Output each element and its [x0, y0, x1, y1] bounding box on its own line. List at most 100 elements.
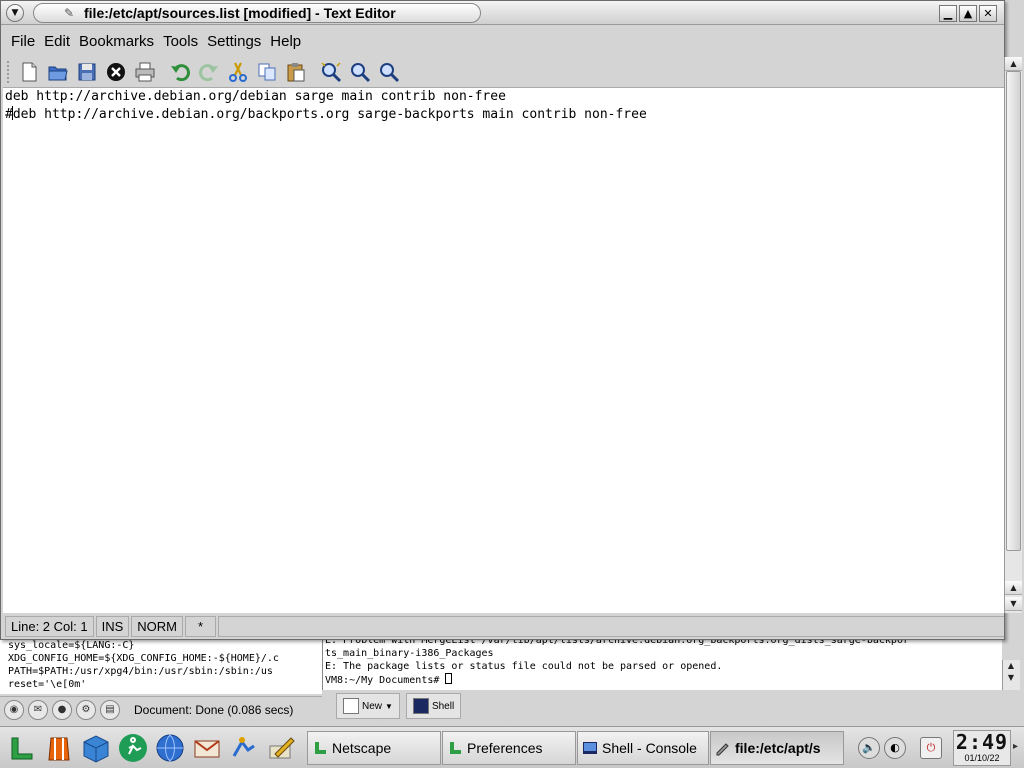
scrollbar-thumb[interactable] — [1006, 71, 1021, 551]
browser-status-bar: ◉ ✉ ● ⚙ ▤ Document: Done (0.086 secs) — [0, 696, 322, 722]
menu-bookmarks[interactable]: Bookmarks — [79, 33, 154, 50]
task-label: Preferences — [467, 740, 543, 756]
task-text-editor[interactable]: file:/etc/apt/s — [710, 731, 844, 765]
title-bar[interactable]: ▼ ✎ file:/etc/apt/sources.list [modified… — [1, 1, 1004, 25]
menu-edit[interactable]: Edit — [44, 33, 70, 50]
background-terminal-left: sys_locale=${LANG:-C} XDG_CONFIG_HOME=${… — [0, 638, 322, 694]
scroll-down-icon[interactable]: ▼ — [1003, 672, 1019, 684]
minimize-icon: ▁ — [943, 7, 953, 20]
maximize-icon: ▲ — [963, 7, 973, 20]
mail-icon[interactable]: ✉ — [28, 699, 48, 720]
menu-file[interactable]: File — [11, 33, 35, 50]
maximize-button[interactable]: ▲ — [959, 5, 977, 22]
taskbar-more-icon[interactable]: ▸ — [1013, 741, 1021, 755]
menu-tools[interactable]: Tools — [163, 33, 198, 50]
find-next-icon[interactable] — [348, 60, 372, 84]
find-icon[interactable] — [319, 60, 343, 84]
scroll-up-icon[interactable]: ▲ — [1005, 57, 1022, 71]
window-title-pill[interactable]: ✎ file:/etc/apt/sources.list [modified] … — [33, 3, 481, 23]
task-label: Shell - Console — [602, 740, 697, 756]
task-preferences[interactable]: Preferences — [442, 731, 576, 765]
task-label: file:/etc/apt/s — [735, 740, 821, 756]
terminal-line: E: The package lists or status file coul… — [325, 661, 723, 672]
chevron-down-icon: ▼ — [11, 8, 19, 18]
clock[interactable]: 2:49 01/10/22 — [953, 730, 1011, 766]
start-menu-icon[interactable] — [4, 730, 40, 766]
print-icon[interactable] — [133, 60, 157, 84]
shell-tab-label: Shell — [431, 700, 455, 712]
editor-scrollbar[interactable]: ▲ ▲ ▼ — [1004, 57, 1022, 613]
mail-icon[interactable] — [189, 730, 225, 766]
text-editor-icon[interactable] — [263, 730, 299, 766]
status-message — [218, 615, 1004, 637]
terminal-line: sys_locale=${LANG:-C} — [8, 640, 135, 651]
selection-mode[interactable]: NORM — [131, 615, 183, 637]
modified-indicator: * — [185, 615, 217, 637]
editor-line-2[interactable]: #deb http://archive.debian.org/backports… — [3, 106, 1004, 124]
package-box-icon[interactable] — [78, 730, 114, 766]
task-label: Netscape — [332, 740, 392, 756]
browser-status-text: Document: Done (0.086 secs) — [134, 702, 294, 717]
editor-line-1[interactable]: deb http://archive.debian.org/debian sar… — [3, 88, 1004, 106]
new-session-label: New — [362, 700, 383, 712]
new-document-icon[interactable] — [17, 60, 41, 84]
terminal-scrollbar[interactable]: ▲ ▼ — [1002, 660, 1020, 690]
cut-icon[interactable] — [226, 60, 250, 84]
navigator-icon[interactable]: ◉ — [4, 699, 24, 720]
new-session-button[interactable]: New ▼ — [336, 693, 400, 719]
menu-bar: File Edit Bookmarks Tools Settings Help — [1, 28, 1004, 54]
power-icon[interactable]: ⏻ — [920, 737, 942, 759]
desktop-runner-icon[interactable] — [226, 730, 262, 766]
running-man-icon[interactable] — [115, 730, 151, 766]
text-editor-area[interactable]: deb http://archive.debian.org/debian sar… — [3, 87, 1004, 613]
scroll-down-icon[interactable]: ▼ — [1005, 597, 1022, 611]
undo-icon[interactable] — [168, 60, 192, 84]
shell-tab[interactable]: Shell — [405, 693, 462, 719]
taskbar: Netscape Preferences Shell - Console fil… — [0, 726, 1024, 768]
task-shell-console[interactable]: Shell - Console — [577, 731, 709, 765]
paste-icon[interactable] — [284, 60, 308, 84]
globe-icon[interactable]: ● — [52, 699, 72, 720]
life-vest-icon[interactable] — [41, 730, 77, 766]
toolbar-handle[interactable] — [7, 61, 11, 83]
menu-settings[interactable]: Settings — [207, 33, 261, 50]
main-toolbar — [1, 57, 1004, 87]
find-previous-icon[interactable] — [377, 60, 401, 84]
volume-icon[interactable]: 🔈 — [858, 737, 880, 759]
cursor-position: Line: 2 Col: 1 — [5, 615, 94, 637]
task-netscape[interactable]: Netscape — [307, 731, 441, 765]
terminal-icon — [583, 742, 597, 754]
netscape-icon — [315, 742, 326, 754]
pencil-icon — [716, 743, 729, 756]
clock-date: 01/10/22 — [964, 753, 1000, 763]
copy-icon[interactable] — [255, 60, 279, 84]
monitor-icon[interactable]: ◐ — [884, 737, 906, 759]
globe-icon[interactable] — [152, 730, 188, 766]
close-document-icon[interactable] — [104, 60, 128, 84]
scroll-up-icon[interactable]: ▲ — [1003, 660, 1019, 672]
system-tray: 🔈 ◐ — [858, 731, 906, 765]
editor-line-2-text: deb http://archive.debian.org/backports.… — [12, 107, 647, 122]
redo-icon[interactable] — [197, 60, 221, 84]
background-terminal-right[interactable]: E: Problem with MergeList /var/lib/apt/l… — [322, 634, 1002, 690]
scroll-up-icon[interactable]: ▲ — [1005, 581, 1022, 595]
insert-mode[interactable]: INS — [95, 615, 130, 637]
close-button[interactable]: ✕ — [979, 5, 997, 22]
menu-help[interactable]: Help — [270, 33, 301, 50]
composer-icon[interactable]: ▤ — [100, 699, 120, 720]
text-editor-window: ▼ ✎ file:/etc/apt/sources.list [modified… — [0, 0, 1022, 640]
terminal-line: reset='\e[0m' — [8, 679, 87, 690]
terminal-line: XDG_CONFIG_HOME=${XDG_CONFIG_HOME:-${HOM… — [8, 653, 279, 664]
console-tab-bar: New ▼ Shell — [322, 690, 1022, 722]
tools-icon[interactable]: ⚙ — [76, 699, 96, 720]
editor-status-bar: Line: 2 Col: 1 INS NORM * — [1, 613, 1004, 639]
clock-time: 2:49 — [955, 730, 1009, 754]
open-folder-icon[interactable] — [46, 60, 70, 84]
save-icon[interactable] — [75, 60, 99, 84]
preferences-icon — [450, 742, 461, 754]
window-menu-button[interactable]: ▼ — [6, 4, 24, 22]
minimize-button[interactable]: ▁ — [939, 5, 957, 22]
terminal-line: PATH=$PATH:/usr/xpg4/bin:/usr/sbin:/sbin… — [8, 666, 273, 677]
quick-launch — [0, 729, 300, 767]
pencil-icon: ✎ — [64, 6, 75, 20]
